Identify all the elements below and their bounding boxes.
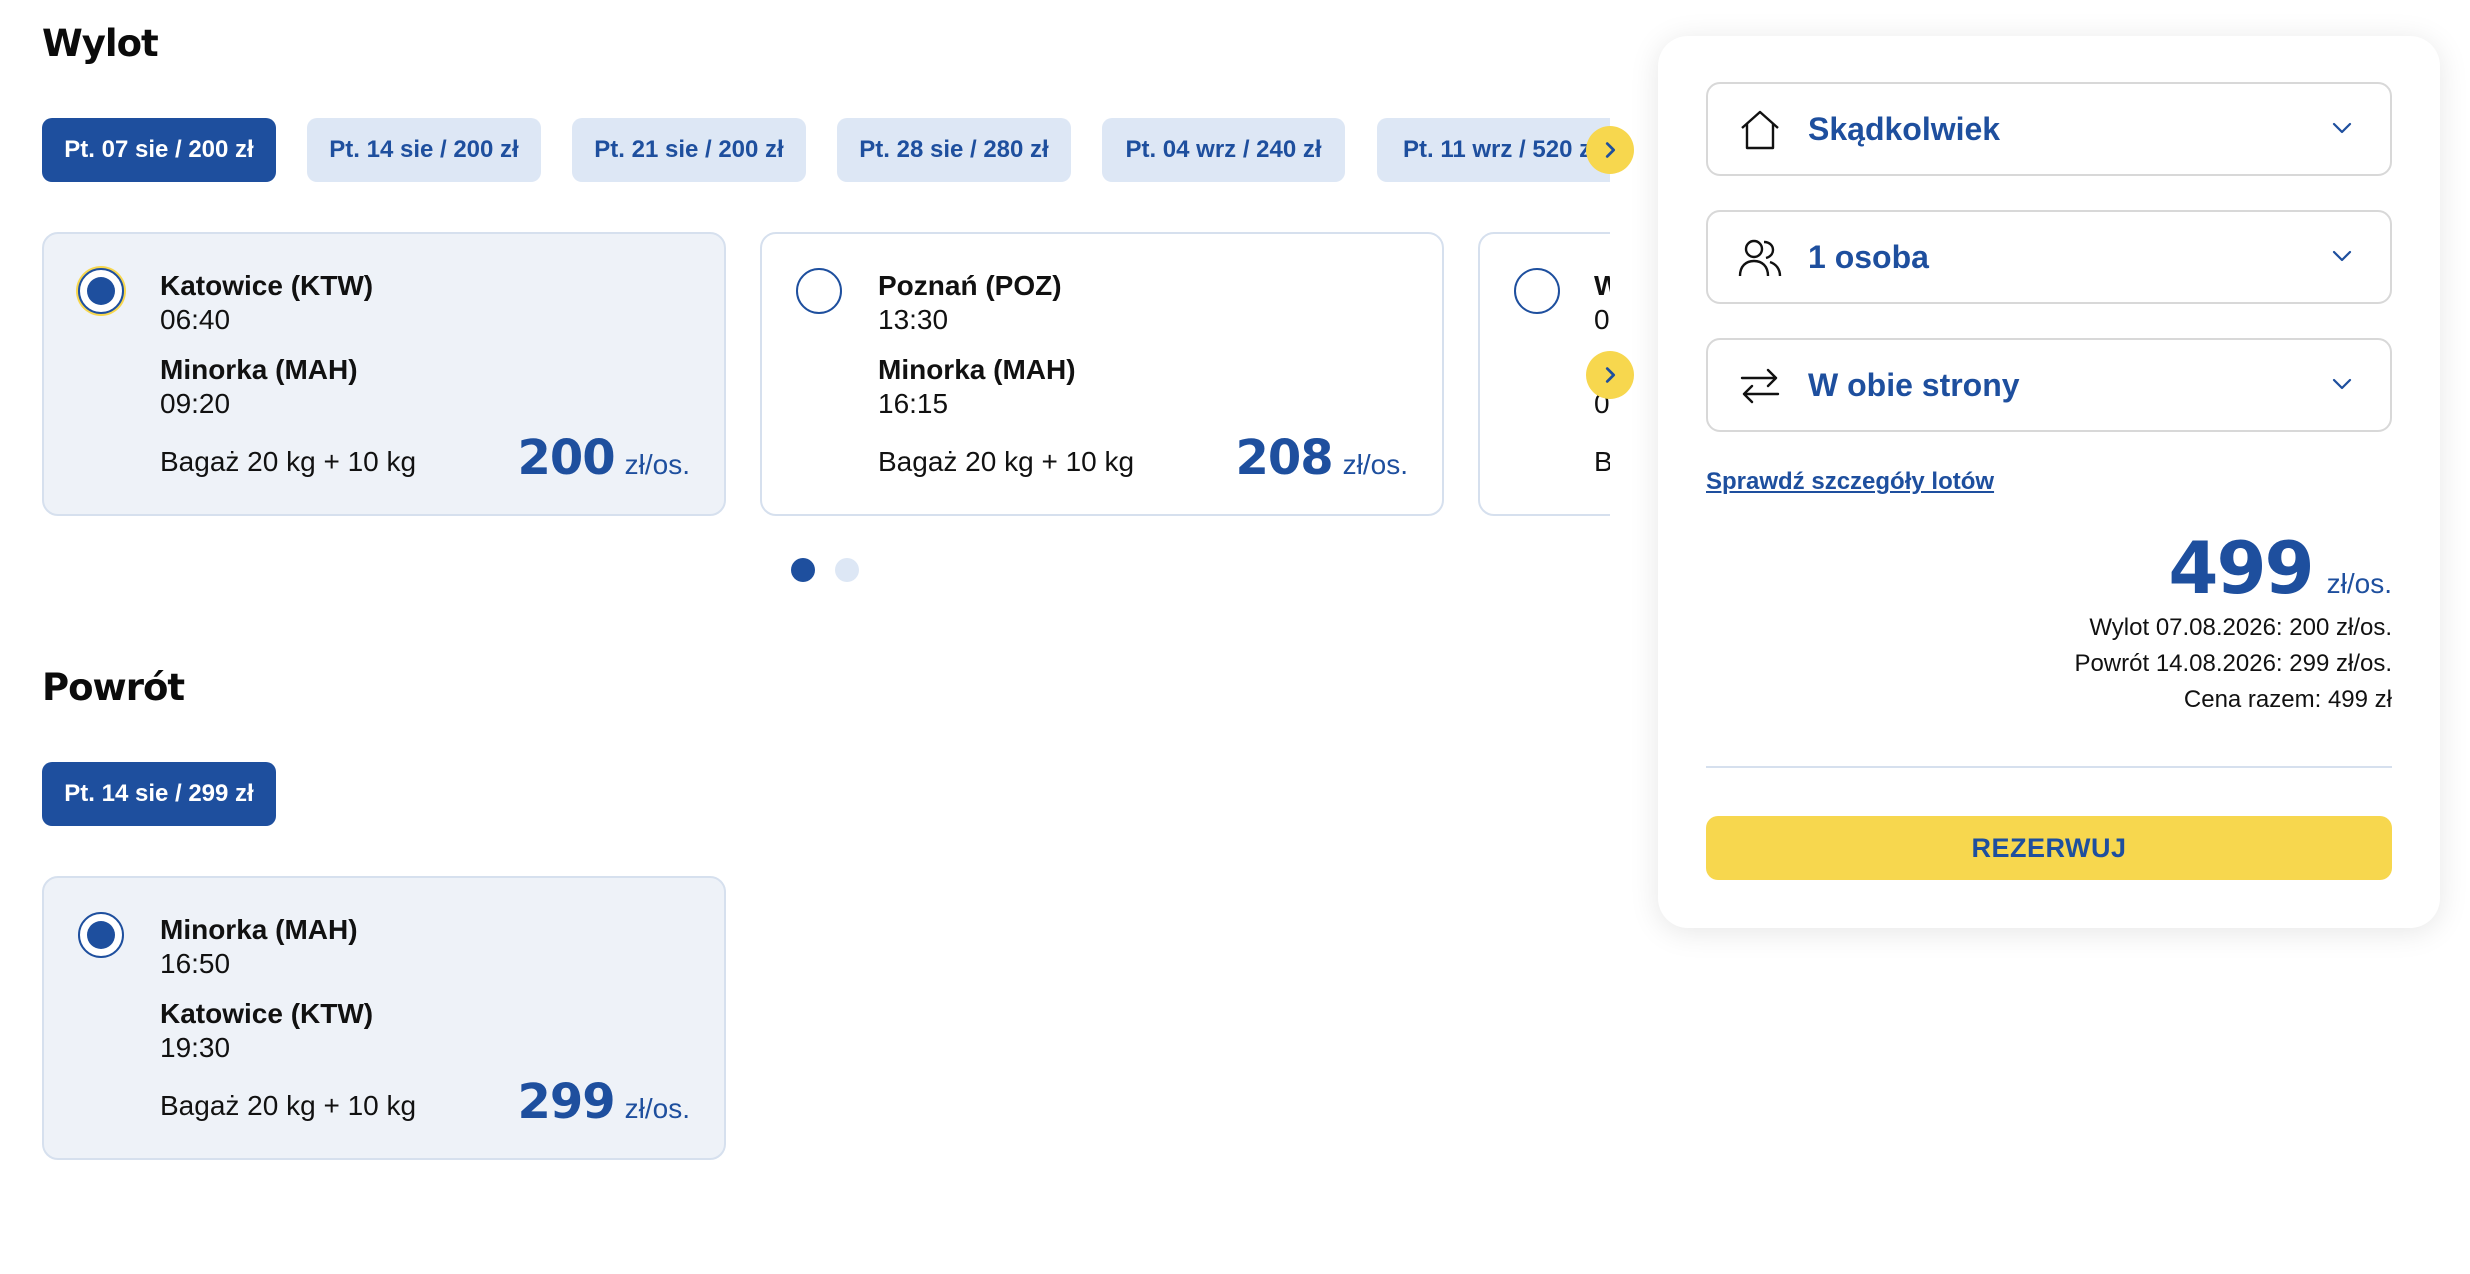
flight-price: 200 zł/os.: [517, 430, 690, 486]
divider: [1706, 766, 2392, 768]
date-chip[interactable]: Pt. 04 wrz / 240 zł: [1102, 118, 1345, 182]
booking-summary-panel: Skądkolwiek 1 osoba W obie strony Sprawd…: [1658, 36, 2440, 928]
total-price: 499 zł/os.: [2168, 526, 2392, 610]
baggage-info: Bagaż 20 kg + 10 kg: [878, 446, 1135, 477]
price-value: 200: [517, 430, 615, 486]
chevron-right-icon: [1605, 142, 1616, 158]
flight-price: 299 zł/os.: [517, 1074, 690, 1130]
home-icon: [1741, 110, 1779, 150]
departure-time: 16:50: [160, 948, 231, 979]
total-price-value: 499: [2168, 526, 2314, 610]
flight-card[interactable]: Katowice (KTW) 06:40 Minorka (MAH) 09:20…: [42, 232, 726, 516]
arrival-time: 19:30: [160, 1032, 231, 1063]
summary-inbound-line: Powrót 14.08.2026: 299 zł/os.: [2074, 650, 2392, 677]
departure-value: Skądkolwiek: [1808, 110, 2001, 147]
price-value: 208: [1235, 430, 1333, 486]
trip-type-select[interactable]: W obie strony: [1706, 338, 2392, 432]
flight-card[interactable]: Poznań (POZ) 13:30 Minorka (MAH) 16:15 B…: [760, 232, 1444, 516]
flight-details-link[interactable]: Sprawdź szczegóły lotów: [1706, 468, 1994, 496]
date-chip[interactable]: Pt. 14 sie / 299 zł: [42, 762, 276, 826]
pagination-dot[interactable]: [835, 558, 859, 582]
arrival-city: Minorka (MAH): [878, 354, 1076, 385]
chevron-right-icon: [1605, 367, 1616, 383]
price-unit: zł/os.: [624, 449, 690, 480]
price-unit: zł/os.: [624, 1093, 690, 1124]
flights-next-button[interactable]: [1586, 351, 1634, 399]
baggage-info: Bagaż 20 kg + 10 kg: [160, 446, 417, 477]
pagination-dot-active[interactable]: [791, 558, 815, 582]
baggage-info: Bagaż 20 kg + 10 kg: [160, 1090, 417, 1121]
chevron-down-icon: [2332, 378, 2352, 390]
departure-time: 13:30: [878, 304, 949, 335]
trip-type-value: W obie strony: [1808, 366, 2020, 403]
date-chip[interactable]: Pt. 11 wrz / 520 zł: [1377, 118, 1610, 182]
price-value: 299: [517, 1074, 615, 1130]
departure-city: Poznań (POZ): [878, 270, 1062, 301]
summary-outbound-line: Wylot 07.08.2026: 200 zł/os.: [2089, 614, 2392, 641]
chevron-down-icon: [2332, 250, 2352, 262]
inbound-title: Powrót: [42, 666, 185, 709]
outbound-title: Wylot: [42, 22, 159, 65]
date-chip[interactable]: Pt. 14 sie / 200 zł: [307, 118, 541, 182]
flight-radio[interactable]: [1514, 268, 1560, 314]
departure-time: 06:40: [160, 304, 231, 335]
arrival-time: 16:15: [878, 388, 949, 419]
baggage-info: B: [1594, 446, 1610, 477]
swap-arrows-icon: [1740, 368, 1780, 404]
departure-time: 0: [1594, 304, 1610, 335]
departure-city: W: [1594, 270, 1610, 301]
total-price-unit: zł/os.: [2326, 568, 2392, 599]
passengers-value: 1 osoba: [1808, 238, 1929, 275]
date-chip[interactable]: Pt. 21 sie / 200 zł: [572, 118, 806, 182]
users-icon: [1738, 239, 1782, 277]
date-chip[interactable]: Pt. 28 sie / 280 zł: [837, 118, 1071, 182]
flight-radio[interactable]: [78, 268, 124, 314]
flight-radio[interactable]: [796, 268, 842, 314]
arrival-time: 09:20: [160, 388, 231, 419]
chevron-down-icon: [2332, 122, 2352, 134]
passengers-select[interactable]: 1 osoba: [1706, 210, 2392, 304]
summary-total-line: Cena razem: 499 zł: [2183, 686, 2392, 713]
flight-card[interactable]: Minorka (MAH) 16:50 Katowice (KTW) 19:30…: [42, 876, 726, 1160]
departure-city: Katowice (KTW): [160, 270, 374, 301]
departure-select[interactable]: Skądkolwiek: [1706, 82, 2392, 176]
departure-city: Minorka (MAH): [160, 914, 358, 945]
price-unit: zł/os.: [1342, 449, 1408, 480]
arrival-city: Minorka (MAH): [160, 354, 358, 385]
book-button[interactable]: REZERWUJ: [1706, 816, 2392, 880]
flight-price: 208 zł/os.: [1235, 430, 1408, 486]
date-chip[interactable]: Pt. 07 sie / 200 zł: [42, 118, 276, 182]
flight-radio[interactable]: [78, 912, 124, 958]
dates-next-button[interactable]: [1586, 126, 1634, 174]
arrival-city: Katowice (KTW): [160, 998, 374, 1029]
